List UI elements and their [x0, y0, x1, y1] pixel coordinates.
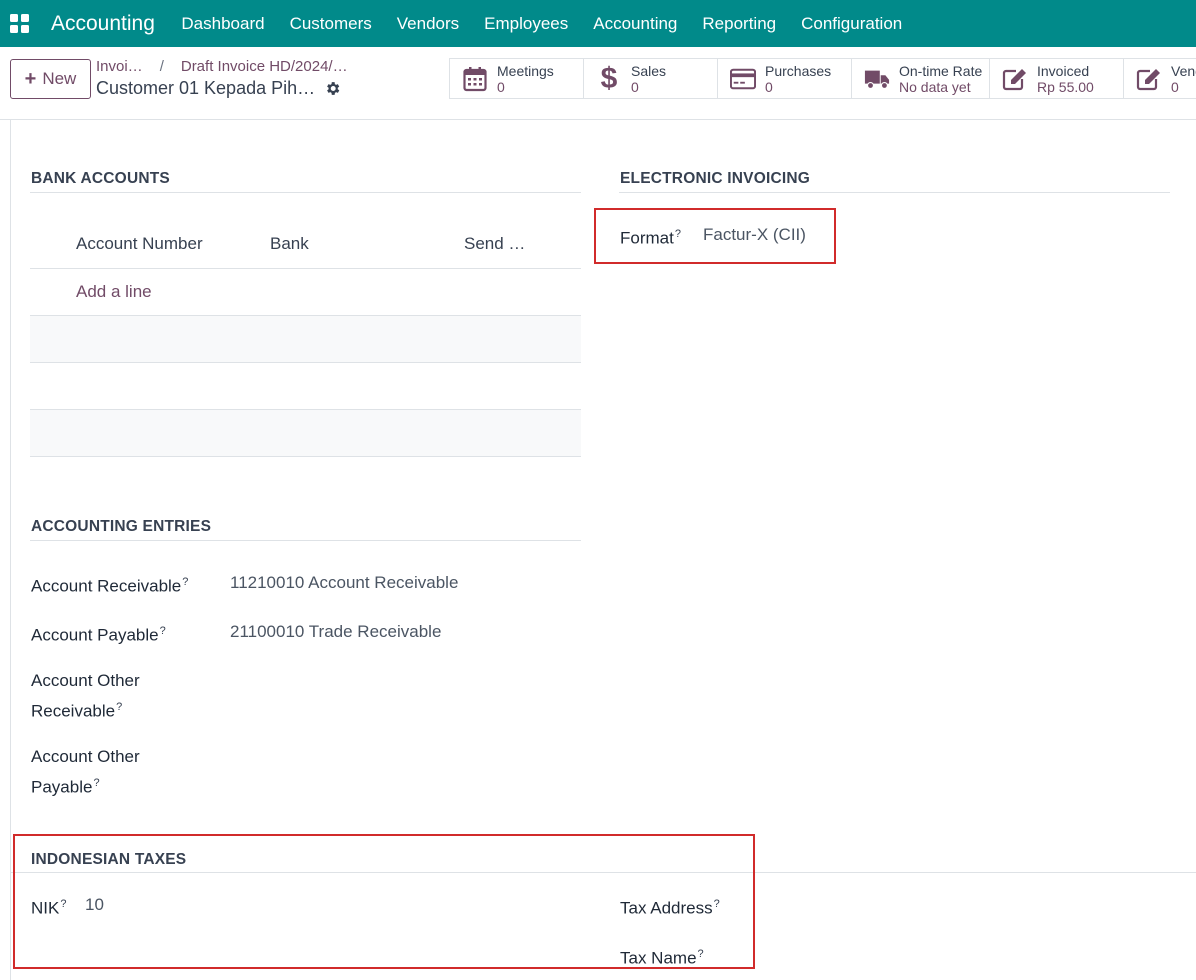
account-other-payable-field[interactable]: [230, 747, 570, 771]
account-receivable-field[interactable]: 11210010 Account Receivable: [230, 573, 458, 593]
smart-button-purchases[interactable]: Purchases 0: [718, 59, 852, 98]
top-navbar: Accounting Dashboard Customers Vendors E…: [0, 0, 1196, 47]
nav-configuration[interactable]: Configuration: [789, 0, 915, 47]
smart-button-label: Purchases: [765, 62, 832, 79]
pencil-square-icon: [1136, 66, 1162, 92]
format-label: Format?: [620, 228, 681, 248]
column-send[interactable]: Send …: [464, 234, 525, 254]
record-title: Customer 01 Kepada Pih…: [96, 78, 316, 98]
help-tooltip-icon[interactable]: ?: [182, 576, 188, 588]
apps-grid-icon: [9, 14, 29, 33]
smart-button-label: On-time Rate: [899, 62, 983, 79]
app-title[interactable]: Accounting: [51, 12, 155, 36]
format-value[interactable]: Factur-X (CII): [703, 225, 806, 245]
help-tooltip-icon[interactable]: ?: [698, 948, 704, 960]
new-button[interactable]: + New: [10, 59, 91, 99]
column-account-number[interactable]: Account Number: [76, 234, 203, 254]
help-tooltip-icon[interactable]: ?: [93, 777, 99, 789]
help-tooltip-icon[interactable]: ?: [160, 625, 166, 637]
smart-button-value: Rp 55.00: [1037, 78, 1094, 95]
nav-reporting[interactable]: Reporting: [690, 0, 789, 47]
section-divider: [30, 540, 581, 541]
account-other-receivable-label: Account Other Receivable?: [31, 671, 140, 721]
table-header-divider: [30, 268, 581, 269]
breadcrumb: Invoi… / Draft Invoice HD/2024/…: [96, 58, 348, 75]
add-a-line-link[interactable]: Add a line: [76, 282, 152, 302]
row-divider: [30, 362, 581, 363]
new-button-label: New: [42, 69, 77, 88]
nik-label: NIK?: [31, 898, 67, 918]
account-other-payable-label: Account Other Payable?: [31, 747, 140, 797]
smart-button-label: Vendor Bills: [1171, 62, 1196, 79]
sheet-border: [10, 120, 11, 980]
help-tooltip-icon[interactable]: ?: [675, 228, 681, 240]
bank-accounts-title: BANK ACCOUNTS: [31, 170, 170, 187]
nav-accounting[interactable]: Accounting: [581, 0, 690, 47]
pencil-square-icon: [1002, 66, 1028, 92]
smart-button-invoiced[interactable]: Invoiced Rp 55.00: [990, 59, 1124, 98]
smart-button-value: 0: [765, 78, 773, 95]
section-divider: [619, 192, 1170, 193]
nav-customers[interactable]: Customers: [277, 0, 384, 47]
help-tooltip-icon[interactable]: ?: [60, 898, 66, 910]
nav-vendors[interactable]: Vendors: [384, 0, 471, 47]
account-other-receivable-field[interactable]: [230, 671, 570, 695]
help-tooltip-icon[interactable]: ?: [714, 898, 720, 910]
smart-button-label: Sales: [631, 62, 667, 79]
column-bank[interactable]: Bank: [270, 234, 309, 254]
smart-button-ontime-rate[interactable]: On-time Rate No data yet: [852, 59, 990, 98]
control-panel: + New Invoi… / Draft Invoice HD/2024/… C…: [0, 47, 1196, 120]
nav-dashboard[interactable]: Dashboard: [169, 0, 277, 47]
smart-button-label: Meetings: [497, 62, 554, 79]
smart-button-value: No data yet: [899, 78, 971, 95]
electronic-invoicing-title: ELECTRONIC INVOICING: [620, 170, 811, 187]
smart-button-sales[interactable]: $ Sales 0: [584, 59, 718, 98]
smart-buttons: Meetings 0 $ Sales 0 Purchases 0 On-time Ra…: [449, 58, 1196, 99]
account-payable-field[interactable]: 21100010 Trade Receivable: [230, 622, 441, 642]
section-divider: [30, 192, 581, 193]
truck-icon: [864, 66, 890, 92]
dollar-icon: $: [600, 61, 618, 95]
smart-button-value: 0: [1171, 78, 1179, 95]
smart-button-label: Invoiced: [1037, 62, 1090, 79]
smart-button-meetings[interactable]: Meetings 0: [450, 59, 584, 98]
row-divider: [30, 456, 581, 457]
smart-button-value: 0: [631, 78, 639, 95]
table-row: [30, 410, 581, 456]
help-tooltip-icon[interactable]: ?: [116, 701, 122, 713]
apps-menu-button[interactable]: [0, 0, 38, 47]
table-row: [30, 316, 581, 362]
gear-icon[interactable]: [324, 80, 341, 97]
breadcrumb-separator: /: [159, 58, 164, 75]
account-receivable-label: Account Receivable?: [31, 576, 189, 596]
tax-address-label: Tax Address?: [620, 898, 720, 918]
accounting-entries-title: ACCOUNTING ENTRIES: [31, 518, 212, 535]
smart-button-value: 0: [497, 78, 505, 95]
plus-icon: +: [24, 68, 37, 90]
smart-button-vendor-bills[interactable]: Vendor Bills0: [1124, 59, 1196, 98]
account-payable-label: Account Payable?: [31, 625, 166, 645]
tax-name-label: Tax Name?: [620, 948, 704, 968]
calendar-icon: [462, 66, 488, 92]
breadcrumb-invoices[interactable]: Invoi…: [96, 58, 143, 75]
nik-field[interactable]: 10: [85, 895, 104, 915]
breadcrumb-draft-invoice[interactable]: Draft Invoice HD/2024/…: [181, 58, 348, 75]
credit-card-icon: [730, 66, 756, 92]
indonesian-taxes-title: INDONESIAN TAXES: [31, 851, 187, 868]
nav-employees[interactable]: Employees: [472, 0, 581, 47]
